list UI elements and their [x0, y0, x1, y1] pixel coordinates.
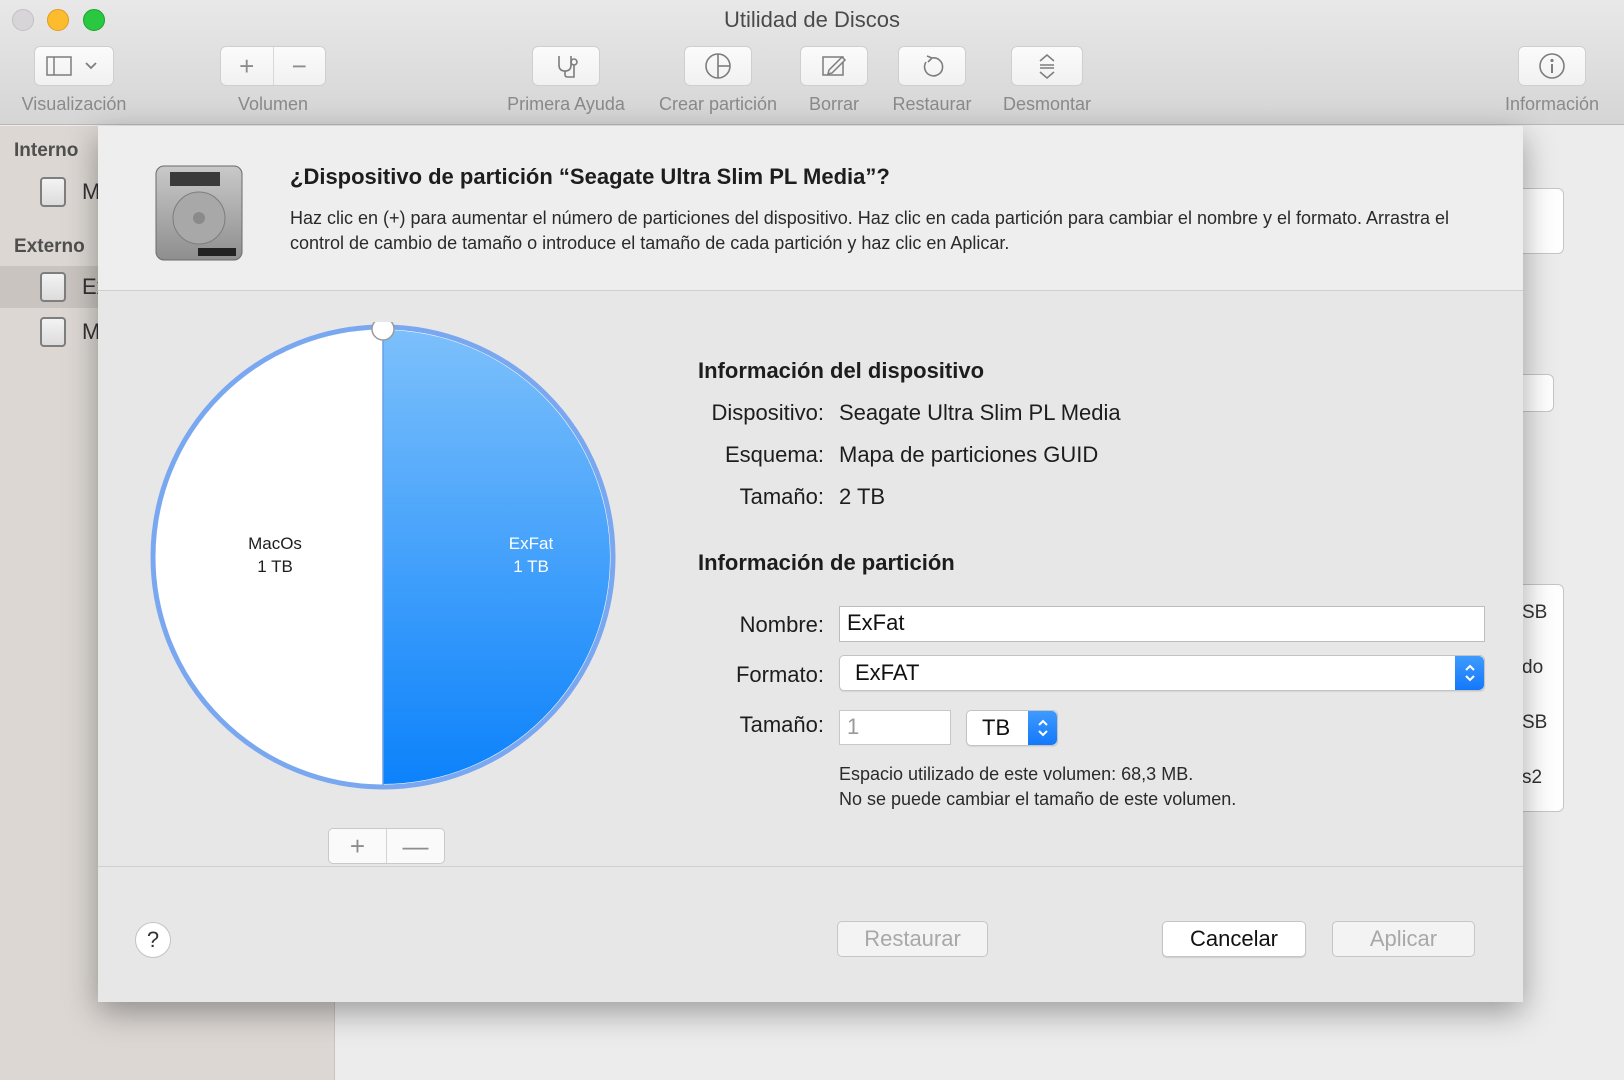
hard-drive-icon [155, 165, 243, 261]
first-aid-label: Primera Ayuda [507, 94, 625, 114]
popup-chevrons-icon [1455, 656, 1484, 690]
device-size-value: 2 TB [839, 484, 886, 509]
window-title: Utilidad de Discos [723, 7, 901, 32]
remove-volume-button[interactable]: − [272, 47, 326, 85]
internal-header: Interno [14, 140, 79, 161]
erase-label: Borrar [808, 94, 859, 114]
name-key: Nombre: [739, 612, 824, 637]
first-aid-button[interactable] [532, 46, 600, 86]
minus-icon: − [291, 50, 307, 81]
partition-pie-chart: MacOs 1 TB ExFat 1 TB [148, 317, 618, 792]
view-label: Visualización [21, 94, 127, 114]
unmount-label: Desmontar [1002, 94, 1092, 114]
partition-add-remove-control: + — [328, 828, 445, 864]
dialog-header: ¿Dispositivo de partición “Seagate Ultra… [98, 126, 1523, 291]
plus-icon: + [349, 830, 366, 861]
partition-size-text: 1 TB [257, 557, 293, 576]
scheme-value: Mapa de particiones GUID [839, 442, 1099, 467]
format-key: Formato: [735, 662, 824, 687]
first-aid-group: Primera Ayuda [496, 46, 636, 115]
revert-button[interactable]: Restaurar [837, 921, 988, 957]
dialog-title: ¿Dispositivo de partición “Seagate Ultra… [290, 164, 890, 189]
restore-group: Restaurar [884, 46, 980, 115]
view-group: Visualización [12, 46, 136, 115]
size-key: Tamaño: [739, 712, 824, 737]
info-button[interactable] [1518, 46, 1586, 86]
partition-group: Crear partición [648, 46, 788, 115]
erase-group: Borrar [800, 46, 868, 115]
partition-info-heading: Información de partición [698, 550, 955, 575]
info-icon [1539, 53, 1565, 79]
restore-label: Restaurar [892, 94, 972, 114]
background-text: s2 [1522, 767, 1543, 788]
erase-pencil-icon [822, 55, 847, 76]
pie-label-exfat: ExFat 1 TB [456, 532, 606, 578]
remove-partition-button[interactable]: — [386, 829, 444, 863]
used-space-note: Espacio utilizado de este volumen: 68,3 … [839, 764, 1194, 784]
pie-partition-icon [705, 53, 731, 79]
volume-group: + − Volumen [220, 46, 326, 115]
background-text: do [1522, 657, 1544, 678]
format-popup[interactable]: ExFAT [839, 655, 1485, 691]
info-group: Información [1494, 46, 1610, 115]
partition-dialog: ¿Dispositivo de partición “Seagate Ultra… [98, 126, 1523, 1002]
background-text: SB [1522, 602, 1548, 623]
restore-button[interactable] [898, 46, 966, 86]
restore-arrow-icon [923, 55, 944, 77]
partition-name-field[interactable]: ExFat [839, 606, 1485, 642]
hard-disk-icon [40, 177, 66, 207]
partition-button[interactable] [684, 46, 752, 86]
size-unit-value: TB [982, 715, 1011, 740]
unmount-group: Desmontar [992, 46, 1102, 115]
popup-chevrons-icon [1028, 711, 1057, 745]
minus-icon: — [402, 830, 429, 861]
partition-label: Crear partición [658, 94, 778, 114]
partition-name-text: MacOs [248, 534, 302, 553]
resize-note: No se puede cambiar el tamaño de este vo… [839, 789, 1237, 809]
device-value: Seagate Ultra Slim PL Media [839, 400, 1121, 425]
volume-segmented-control: + − [220, 46, 326, 86]
external-disk-icon [40, 317, 66, 347]
partition-size-field[interactable]: 1 [839, 710, 951, 745]
device-key: Dispositivo: [711, 400, 824, 425]
partition-name-text: ExFat [508, 534, 554, 553]
background-text: SB [1522, 712, 1548, 733]
sidebar-icon [46, 56, 97, 76]
info-label: Información [1504, 94, 1600, 114]
device-size-key: Tamaño: [739, 484, 824, 509]
external-disk-icon [40, 272, 66, 302]
size-unit-popup[interactable]: TB [966, 710, 1058, 746]
add-volume-button[interactable]: + [221, 47, 273, 85]
plus-icon: + [239, 50, 255, 81]
external-header: Externo [14, 236, 85, 257]
resize-handle[interactable] [371, 317, 395, 341]
volume-label: Volumen [237, 94, 309, 114]
format-value: ExFAT [855, 660, 920, 685]
window-toolbar: Utilidad de Discos Visualización + − Vol… [0, 0, 1624, 125]
scheme-key: Esquema: [724, 442, 824, 467]
eject-icon [1039, 54, 1055, 79]
partition-size-text: 1 TB [513, 557, 549, 576]
device-info-heading: Información del dispositivo [698, 358, 985, 383]
help-button[interactable]: ? [135, 922, 171, 958]
dialog-description: Haz clic en (+) para aumentar el número … [290, 208, 1450, 253]
erase-button[interactable] [800, 46, 868, 86]
unmount-button[interactable] [1011, 46, 1083, 86]
stethoscope-icon [558, 56, 578, 78]
pie-label-macos: MacOs 1 TB [200, 532, 350, 578]
add-partition-button[interactable]: + [329, 829, 386, 863]
view-button[interactable] [34, 46, 114, 86]
cancel-button[interactable]: Cancelar [1162, 921, 1306, 957]
apply-button[interactable]: Aplicar [1332, 921, 1475, 957]
dialog-footer: ? Restaurar Cancelar Aplicar [98, 866, 1523, 1002]
